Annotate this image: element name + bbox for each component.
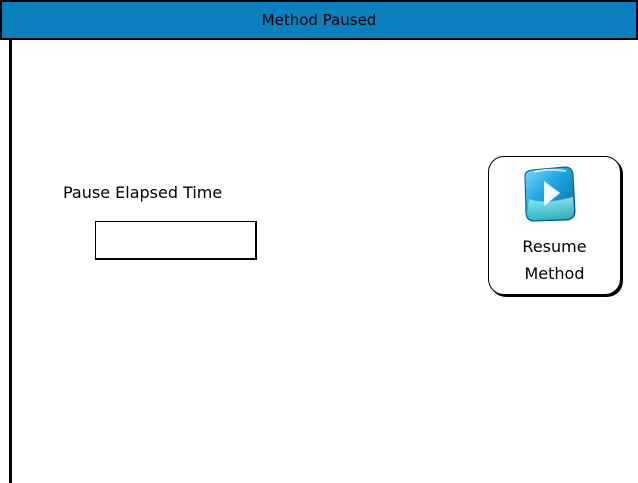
method-paused-window: Method Paused Pause Elapsed Time Resume … [0, 0, 638, 483]
play-icon [524, 166, 576, 222]
window-left-border [9, 40, 12, 483]
title-bar: Method Paused [0, 0, 638, 40]
pause-elapsed-time-field [95, 221, 257, 260]
resume-method-button[interactable]: Resume Method [488, 156, 621, 295]
window-title: Method Paused [261, 11, 377, 29]
pause-elapsed-time-label: Pause Elapsed Time [63, 183, 223, 202]
resume-button-label-line-2: Method [524, 264, 585, 283]
resume-button-label-line-1: Resume [522, 237, 587, 256]
